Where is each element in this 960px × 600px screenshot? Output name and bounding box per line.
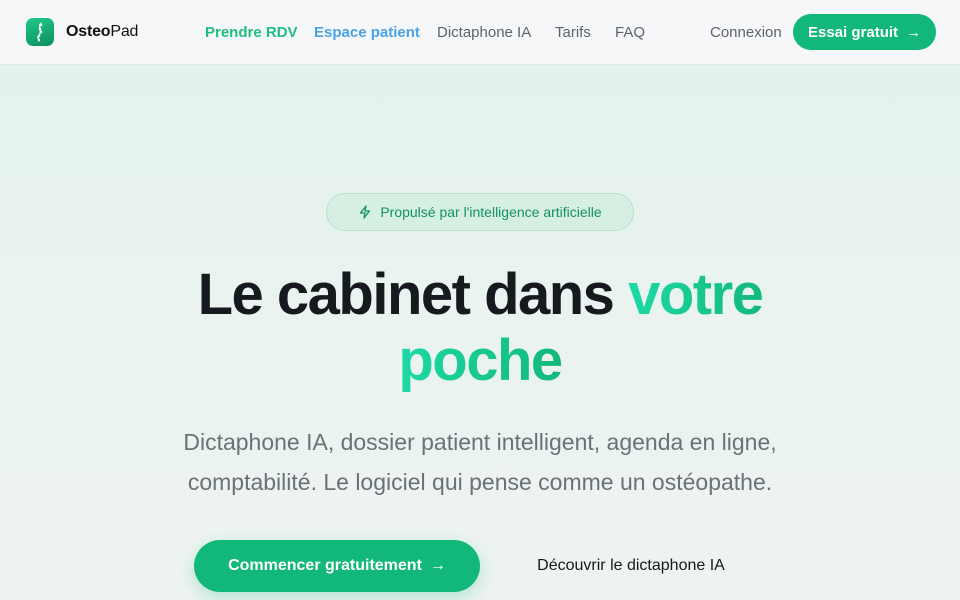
- nav-item-faq[interactable]: FAQ: [615, 0, 645, 64]
- start-free-button-label: Commencer gratuitement: [228, 557, 422, 574]
- brand-name: OsteoPad: [66, 23, 139, 40]
- ai-badge-label: Propulsé par l'intelligence artificielle: [380, 204, 602, 220]
- hero-subtitle-line2: comptabilité. Le logiciel qui pense comm…: [187, 469, 773, 495]
- discover-dictaphone-link[interactable]: Découvrir le dictaphone IA: [508, 540, 754, 592]
- start-free-button[interactable]: Commencer gratuitement →: [194, 540, 480, 592]
- trial-button[interactable]: Essai gratuit →: [793, 14, 936, 50]
- hero-title-highlight-2: poche: [398, 328, 563, 393]
- hero-title: Le cabinet dans votre poche: [0, 262, 960, 394]
- hero-subtitle: Dictaphone IA, dossier patient intellige…: [0, 422, 960, 502]
- spine-icon: [26, 18, 54, 46]
- hero-title-part1: Le cabinet dans: [197, 262, 629, 327]
- brand-logo[interactable]: OsteoPad: [26, 18, 138, 46]
- hero-subtitle-line1: Dictaphone IA, dossier patient intellige…: [183, 429, 777, 455]
- nav-link-espace-patient[interactable]: Espace patient: [314, 24, 420, 41]
- trial-button-label: Essai gratuit: [807, 23, 899, 41]
- ai-badge: Propulsé par l'intelligence artificielle: [326, 193, 634, 231]
- hero-title-highlight-1: votre: [628, 262, 764, 327]
- nav-item-espace-patient[interactable]: Espace patient: [314, 0, 420, 64]
- arrow-right-icon: →: [429, 557, 446, 574]
- nav-link-tarifs[interactable]: Tarifs: [555, 24, 591, 41]
- top-header: OsteoPad Prendre RDV Espace patient Dict…: [0, 0, 960, 64]
- nav-item-prendre-rdv[interactable]: Prendre RDV: [205, 0, 298, 64]
- nav-link-faq[interactable]: FAQ: [615, 24, 645, 41]
- nav-item-dictaphone[interactable]: Dictaphone IA: [437, 0, 531, 64]
- nav-link-dictaphone[interactable]: Dictaphone IA: [437, 24, 531, 41]
- arrow-right-icon: →: [906, 23, 922, 41]
- lightning-icon: [360, 205, 371, 219]
- login-link[interactable]: Connexion: [710, 0, 782, 64]
- nav-link-prendre-rdv[interactable]: Prendre RDV: [205, 24, 298, 41]
- nav-item-tarifs[interactable]: Tarifs: [555, 0, 591, 64]
